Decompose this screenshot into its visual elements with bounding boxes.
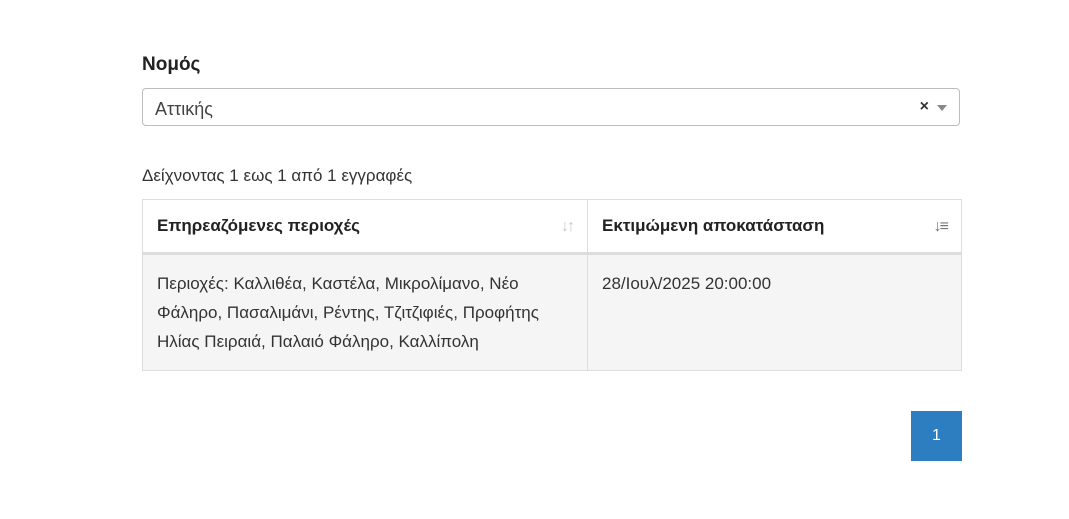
dropdown-arrow-icon[interactable] [937,105,947,111]
outages-table: Επηρεαζόμενες περιοχές ↓↑ Εκτιμώμενη απο… [142,199,962,371]
column-header-label: Εκτιμώμενη αποκατάσταση [602,216,825,235]
column-header-label: Επηρεαζόμενες περιοχές [157,216,360,235]
column-header-affected-areas[interactable]: Επηρεαζόμενες περιοχές ↓↑ [142,199,588,255]
prefecture-select[interactable]: Αττικής × [142,88,960,126]
sort-icon[interactable]: ↓↑ [561,218,575,236]
estimated-restoration-cell: 28/Ιουλ/2025 20:00:00 [587,253,962,371]
pagination-page-1-button[interactable]: 1 [911,411,962,461]
table-header-row: Επηρεαζόμενες περιοχές ↓↑ Εκτιμώμενη απο… [142,199,962,255]
column-header-estimated-restoration[interactable]: Εκτιμώμενη αποκατάσταση ↓≡ [587,199,962,255]
table-row: Περιοχές: Καλλιθέα, Καστέλα, Μικρολίμανο… [142,253,962,371]
clear-selection-icon[interactable]: × [920,98,929,116]
records-info: Δείχνοντας 1 εως 1 από 1 εγγραφές [142,166,413,185]
sort-ascending-icon[interactable]: ↓≡ [934,218,949,236]
affected-areas-cell: Περιοχές: Καλλιθέα, Καστέλα, Μικρολίμανο… [142,253,588,371]
prefecture-label: Νομός [142,54,201,75]
prefecture-selected-value: Αττικής [155,99,213,119]
